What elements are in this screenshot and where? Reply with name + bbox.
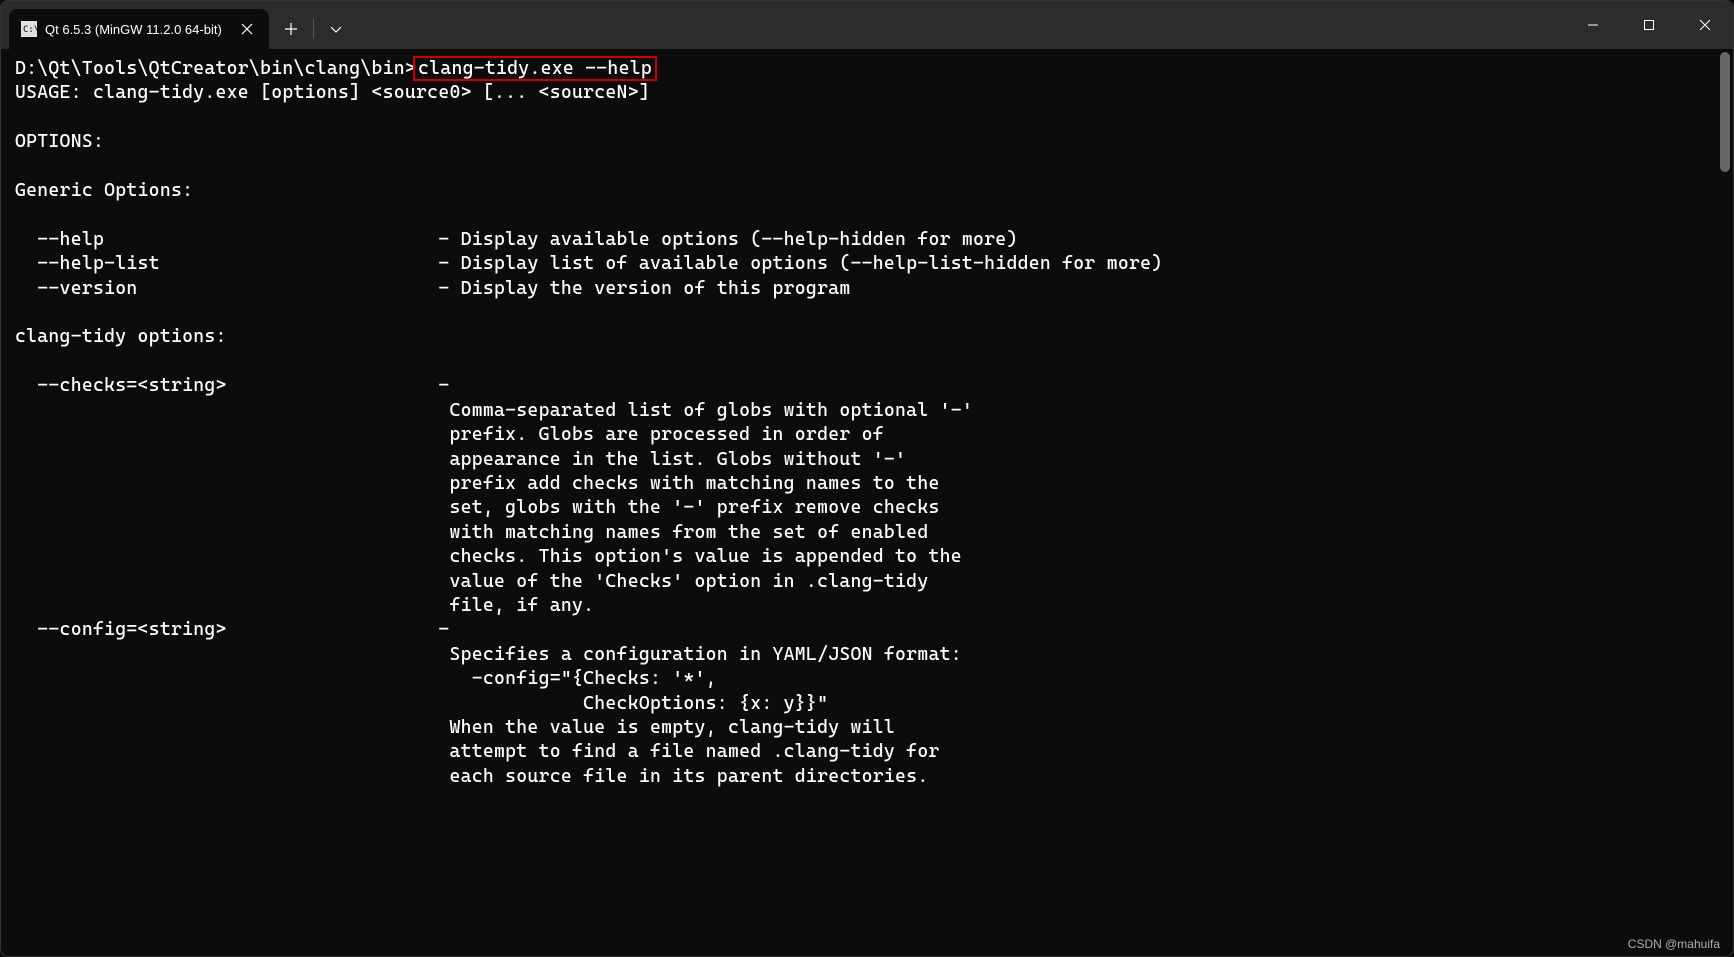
- checks-desc-line: set, globs with the '-' prefix remove ch…: [15, 497, 940, 518]
- option-config: --config=<string> -: [15, 619, 449, 640]
- checks-desc-line: checks. This option's value is appended …: [15, 546, 962, 567]
- checks-desc-line: with matching names from the set of enab…: [15, 522, 928, 543]
- config-desc-line: attempt to find a file named .clang-tidy…: [15, 741, 940, 762]
- close-window-button[interactable]: [1677, 1, 1733, 49]
- option-version: --version - Display the version of this …: [15, 278, 851, 299]
- window-controls: [1565, 1, 1733, 49]
- config-desc-line: When the value is empty, clang-tidy will: [15, 717, 895, 738]
- checks-desc-line: prefix. Globs are processed in order of: [15, 424, 884, 445]
- checks-desc-line: prefix add checks with matching names to…: [15, 473, 940, 494]
- option-checks: --checks=<string> -: [15, 375, 449, 396]
- new-tab-button[interactable]: [273, 9, 309, 49]
- terminal-window: C:\ Qt 6.5.3 (MinGW 11.2.0 64-bit): [0, 0, 1734, 957]
- titlebar: C:\ Qt 6.5.3 (MinGW 11.2.0 64-bit): [1, 1, 1733, 49]
- option-help-list: --help-list - Display list of available …: [15, 253, 1162, 274]
- watermark: CSDN @mahuifa: [1628, 937, 1720, 951]
- checks-desc-line: value of the 'Checks' option in .clang-t…: [15, 571, 928, 592]
- svg-text:C:\: C:\: [23, 25, 37, 35]
- config-desc-line: each source file in its parent directori…: [15, 766, 928, 787]
- checks-desc-line: Comma-separated list of globs with optio…: [15, 400, 973, 421]
- minimize-button[interactable]: [1565, 1, 1621, 49]
- config-desc-line: -config="{Checks: '*',: [15, 668, 717, 689]
- command-input: clang-tidy.exe --help: [413, 56, 657, 81]
- scrollbar-thumb[interactable]: [1720, 52, 1730, 172]
- active-tab[interactable]: C:\ Qt 6.5.3 (MinGW 11.2.0 64-bit): [9, 9, 269, 49]
- config-desc-line: Specifies a configuration in YAML/JSON f…: [15, 644, 962, 665]
- divider: [313, 19, 314, 39]
- config-desc-line: CheckOptions: {x: y}}": [15, 693, 828, 714]
- option-help: --help - Display available options (--he…: [15, 229, 1018, 250]
- titlebar-left: C:\ Qt 6.5.3 (MinGW 11.2.0 64-bit): [1, 1, 354, 49]
- checks-desc-line: file, if any.: [15, 595, 594, 616]
- tab-dropdown-button[interactable]: [318, 9, 354, 49]
- checks-desc-line: appearance in the list. Globs without '-…: [15, 449, 906, 470]
- generic-options-header: Generic Options:: [15, 180, 193, 201]
- close-tab-button[interactable]: [237, 19, 257, 39]
- tab-title: Qt 6.5.3 (MinGW 11.2.0 64-bit): [45, 22, 229, 37]
- usage-line: USAGE: clang-tidy.exe [options] <source0…: [15, 82, 650, 103]
- scrollbar[interactable]: [1718, 48, 1732, 957]
- cmd-icon: C:\: [21, 21, 37, 37]
- prompt-path: D:\Qt\Tools\QtCreator\bin\clang\bin>: [15, 58, 416, 79]
- terminal-output[interactable]: D:\Qt\Tools\QtCreator\bin\clang\bin>clan…: [1, 49, 1733, 797]
- maximize-button[interactable]: [1621, 1, 1677, 49]
- options-header: OPTIONS:: [15, 131, 104, 152]
- clang-tidy-options-header: clang-tidy options:: [15, 326, 227, 347]
